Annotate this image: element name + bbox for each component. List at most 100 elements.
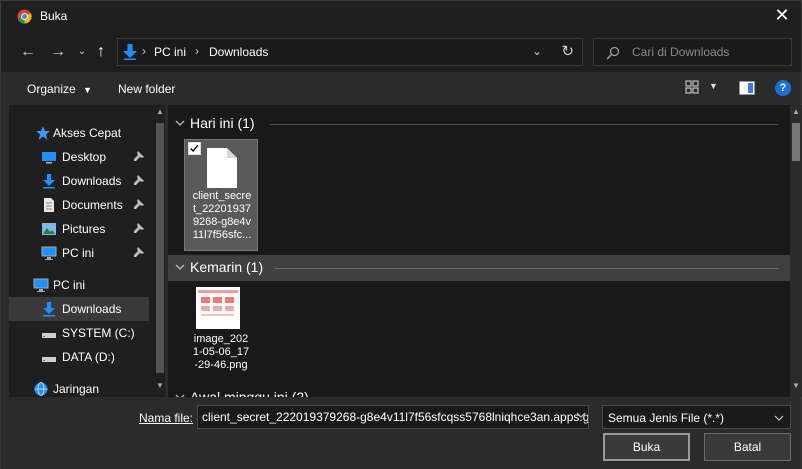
up-button[interactable]: ↑ bbox=[91, 42, 111, 62]
sidebar-item-downloads[interactable]: Downloads bbox=[9, 297, 149, 321]
file-type-select[interactable]: Semua Jenis File (*.*) bbox=[602, 405, 791, 429]
collapse-chevron-icon bbox=[175, 120, 185, 126]
document-file-icon bbox=[207, 148, 237, 188]
search-box[interactable]: Cari di Downloads bbox=[593, 38, 792, 66]
sidebar-item-label: SYSTEM (C:) bbox=[62, 326, 135, 340]
file-name: image_202 1-05-06_17 -29-46.png bbox=[192, 333, 250, 371]
file-name: client_secre t_22201937 9268-g8e4v 11l7f… bbox=[192, 190, 252, 241]
pictures-icon bbox=[42, 223, 56, 235]
sidebar-item-label: DATA (D:) bbox=[62, 350, 115, 364]
file-list-scrollbar[interactable]: ▲ ▼ bbox=[790, 105, 802, 397]
breadcrumb-separator: › bbox=[142, 44, 146, 58]
cancel-button[interactable]: Batal bbox=[704, 433, 791, 461]
sidebar-item-label: Akses Cepat bbox=[53, 126, 122, 140]
sidebar-item-downloads[interactable]: Downloads bbox=[9, 169, 149, 193]
address-bar[interactable]: › PC ini › Downloads ⌄ ↻ bbox=[117, 38, 583, 66]
download-icon bbox=[43, 302, 55, 317]
group-divider bbox=[270, 124, 778, 125]
group-label: Awal minggu ini (2) bbox=[190, 389, 309, 397]
sidebar-item-pictures[interactable]: Pictures bbox=[9, 217, 149, 241]
chevron-down-icon bbox=[774, 415, 784, 421]
pin-icon bbox=[134, 223, 144, 233]
scroll-down-arrow[interactable]: ▼ bbox=[155, 381, 165, 395]
preview-pane-icon[interactable] bbox=[739, 81, 755, 95]
navigation-pane: Akses Cepat Desktop Downloads Documents Pict… bbox=[9, 105, 165, 397]
new-folder-button[interactable]: New folder bbox=[118, 82, 175, 96]
pin-icon bbox=[134, 199, 144, 209]
sidebar-item-label: Pictures bbox=[62, 222, 106, 236]
scroll-down-arrow[interactable]: ▼ bbox=[790, 381, 802, 395]
document-icon bbox=[44, 198, 54, 212]
nav-scrollbar[interactable]: ▲ ▼ bbox=[155, 105, 165, 397]
sidebar-item-documents[interactable]: Documents bbox=[9, 193, 149, 217]
drive-icon bbox=[42, 333, 56, 338]
group-header-earlier[interactable]: Awal minggu ini (2) bbox=[168, 385, 790, 397]
nav-scrollbar-thumb[interactable] bbox=[156, 123, 164, 373]
sidebar-item-label: PC ini bbox=[62, 246, 95, 260]
group-label: Kemarin (1) bbox=[190, 259, 264, 275]
recent-locations-dropdown[interactable]: ⌄ bbox=[76, 42, 88, 62]
sidebar-item-label: Documents bbox=[62, 198, 123, 212]
file-list-scrollbar-thumb[interactable] bbox=[792, 123, 800, 161]
forward-button[interactable]: → bbox=[48, 42, 68, 62]
open-file-dialog: Buka ✕ ← → ⌄ ↑ › PC ini › Downloads ⌄ ↻ bbox=[0, 0, 802, 469]
filename-label: Nama file: bbox=[139, 411, 193, 425]
group-header-today[interactable]: Hari ini (1) bbox=[168, 111, 790, 137]
address-dropdown-icon[interactable]: ⌄ bbox=[532, 44, 542, 58]
sidebar-item-data-d[interactable]: DATA (D:) bbox=[9, 345, 149, 369]
sidebar-item-label: Desktop bbox=[62, 150, 107, 164]
sidebar-item-akses-cepat[interactable]: Akses Cepat bbox=[9, 121, 149, 145]
filename-input[interactable]: client_secret_222019379268-g8e4v11l7f56s… bbox=[197, 405, 589, 429]
scroll-up-arrow[interactable]: ▲ bbox=[790, 107, 802, 121]
chrome-icon bbox=[17, 9, 32, 24]
desktop-icon bbox=[42, 152, 56, 164]
star-icon bbox=[36, 126, 50, 140]
sidebar-item-system-c[interactable]: SYSTEM (C:) bbox=[9, 321, 149, 345]
breadcrumb-pc[interactable]: PC ini bbox=[154, 45, 186, 59]
sidebar-item-label: PC ini bbox=[53, 278, 86, 292]
close-button[interactable]: ✕ bbox=[771, 5, 793, 27]
breadcrumb-separator: › bbox=[195, 44, 199, 58]
sidebar-item-label: Downloads bbox=[62, 302, 122, 316]
sidebar-item-jaringan[interactable]: Jaringan bbox=[9, 377, 149, 397]
collapse-chevron-icon bbox=[175, 264, 185, 270]
group-header-yesterday[interactable]: Kemarin (1) bbox=[168, 255, 790, 281]
sidebar-item-desktop[interactable]: Desktop bbox=[9, 145, 149, 169]
download-icon bbox=[43, 174, 55, 189]
file-item-image[interactable]: image_202 1-05-06_17 -29-46.png bbox=[184, 283, 258, 383]
back-button[interactable]: ← bbox=[18, 42, 38, 62]
sidebar-item-label: Downloads bbox=[62, 174, 122, 188]
image-thumbnail-icon bbox=[196, 287, 240, 329]
monitor-icon bbox=[41, 246, 57, 260]
refresh-button[interactable]: ↻ bbox=[561, 42, 574, 60]
footer: Nama file: client_secret_222019379268-g8… bbox=[1, 397, 801, 469]
sidebar-item-pc-ini[interactable]: PC ini bbox=[9, 241, 149, 265]
download-arrow-icon bbox=[123, 44, 137, 60]
view-dropdown-icon[interactable]: ▼ bbox=[709, 81, 718, 91]
organize-button[interactable]: Organize ▼ bbox=[27, 82, 92, 96]
file-item-client-secret[interactable]: client_secre t_22201937 9268-g8e4v 11l7f… bbox=[184, 139, 258, 251]
sidebar-item-pc-ini[interactable]: PC ini bbox=[9, 273, 149, 297]
help-icon[interactable]: ? bbox=[775, 80, 791, 96]
breadcrumb-downloads[interactable]: Downloads bbox=[209, 45, 268, 59]
group-label: Hari ini (1) bbox=[190, 115, 255, 131]
filename-label-text: Nama file: bbox=[139, 411, 194, 425]
view-options-icon[interactable] bbox=[685, 80, 699, 94]
checkbox[interactable] bbox=[188, 142, 201, 155]
scroll-up-arrow[interactable]: ▲ bbox=[155, 107, 165, 121]
sidebar-item-label: Jaringan bbox=[53, 382, 100, 396]
file-type-value: Semua Jenis File (*.*) bbox=[608, 411, 725, 425]
search-placeholder: Cari di Downloads bbox=[632, 45, 730, 59]
network-icon bbox=[34, 382, 48, 396]
open-button[interactable]: Buka bbox=[603, 433, 690, 461]
chevron-down-icon[interactable] bbox=[576, 410, 586, 420]
pin-icon bbox=[134, 151, 144, 161]
monitor-icon bbox=[33, 278, 49, 292]
pin-icon bbox=[134, 175, 144, 185]
drive-icon bbox=[42, 357, 56, 362]
checkmark-icon bbox=[190, 144, 199, 153]
group-divider bbox=[274, 268, 778, 269]
search-icon bbox=[606, 46, 620, 60]
navigation-row: ← → ⌄ ↑ › PC ini › Downloads ⌄ ↻ Cari di… bbox=[1, 32, 801, 72]
organize-label: Organize bbox=[27, 82, 76, 96]
